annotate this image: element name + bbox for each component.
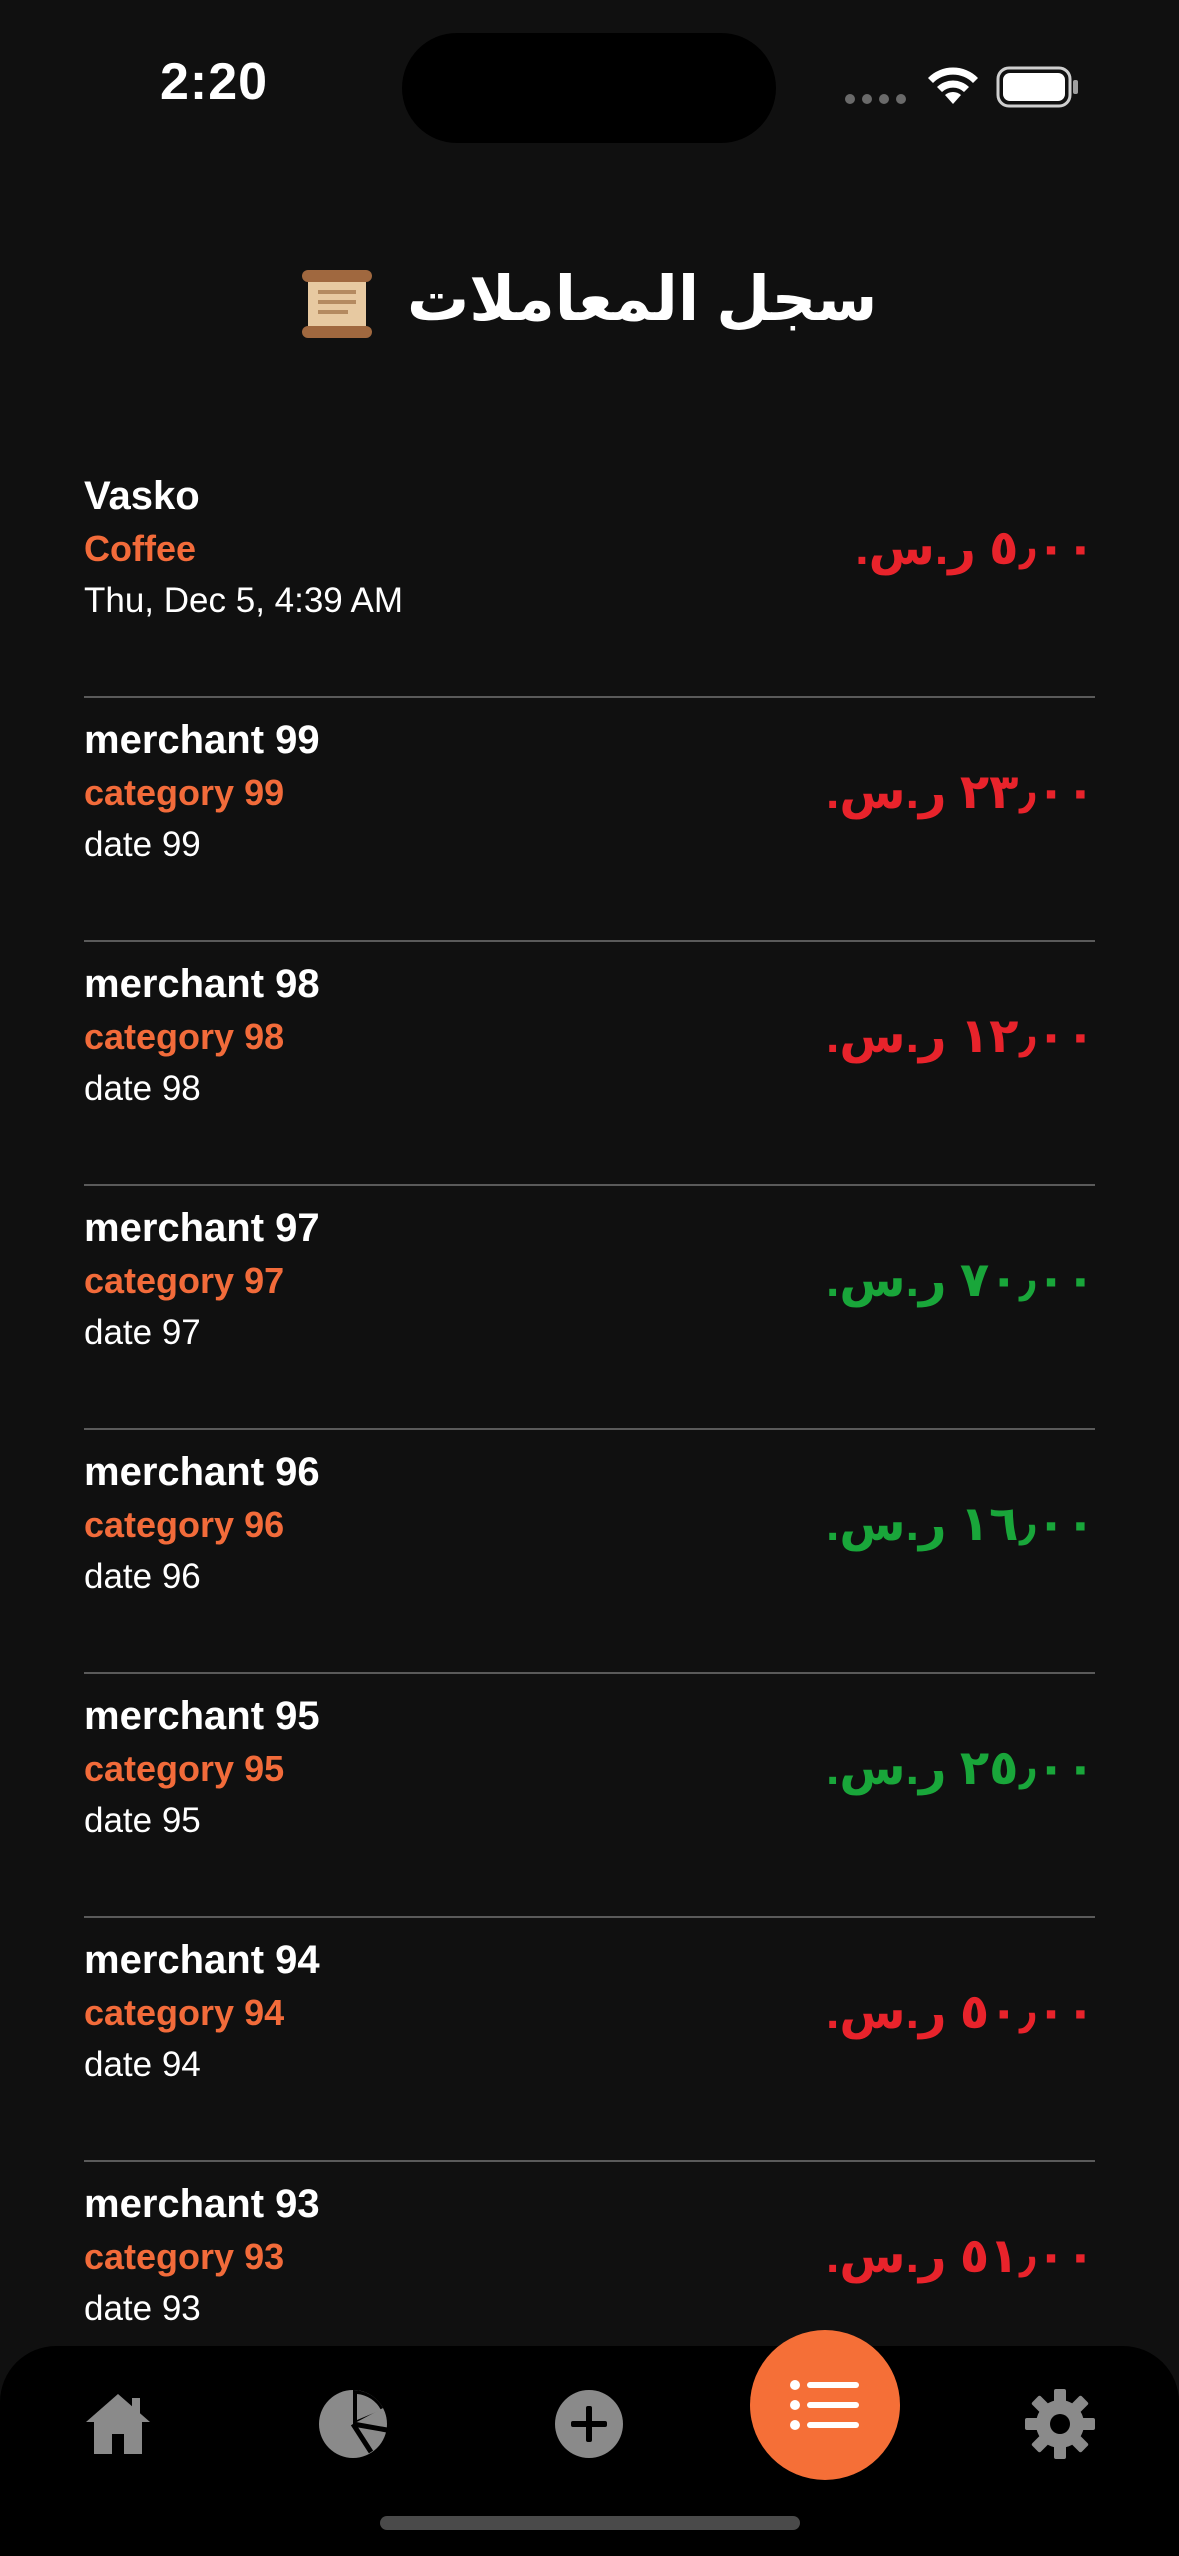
transaction-date: date 98 [84,1069,201,1108]
tab-settings[interactable] [1012,2376,1108,2472]
transaction-row[interactable]: merchant 96 category 96 date 96 ١٦٫٠٠ ر.… [84,1430,1095,1674]
merchant-name: merchant 95 [84,1694,320,1738]
transaction-row[interactable]: merchant 97 category 97 date 97 ٧٠٫٠٠ ر.… [84,1186,1095,1430]
merchant-name: merchant 98 [84,962,320,1006]
wifi-icon [928,67,978,104]
home-icon [86,2394,150,2454]
transaction-date: date 93 [84,2289,201,2328]
transaction-date: date 95 [84,1801,201,1840]
merchant-name: merchant 96 [84,1450,320,1494]
transaction-date: date 96 [84,1557,201,1596]
merchant-name: merchant 99 [84,718,320,762]
transaction-row[interactable]: merchant 98 category 98 date 98 ١٢٫٠٠ ر.… [84,942,1095,1186]
category-label: category 97 [84,1260,285,1301]
category-label: category 99 [84,772,285,813]
category-label: category 95 [84,1748,285,1789]
transaction-date: date 94 [84,2045,201,2084]
home-indicator[interactable] [380,2516,800,2530]
scroll-icon [301,269,372,338]
transaction-row[interactable]: merchant 94 category 94 date 94 ٥٠٫٠٠ ر.… [84,1918,1095,2162]
transaction-row[interactable]: merchant 95 category 95 date 95 ٢٥٫٠٠ ر.… [84,1674,1095,1918]
dynamic-island [402,33,776,143]
transaction-row[interactable]: merchant 99 category 99 date 99 ٢٣٫٠٠ ر.… [84,698,1095,942]
transaction-amount: ٥٫٠٠ ر.س. [855,522,1095,575]
tab-home[interactable] [70,2376,166,2472]
merchant-name: merchant 97 [84,1206,320,1250]
transaction-amount: ٥٠٫٠٠ ر.س. [826,1986,1095,2039]
category-label: category 94 [84,1992,285,2033]
gear-icon [1025,2389,1095,2459]
category-label: Coffee [84,528,197,569]
category-label: category 98 [84,1016,285,1057]
merchant-name: Vasko [84,474,200,518]
status-time: 2:20 [160,53,269,111]
tab-reports[interactable] [305,2376,401,2472]
transaction-date: date 99 [84,825,201,864]
page-title-text: سجل المعاملات [406,265,878,334]
cellular-signal-icon [845,94,906,104]
transaction-row[interactable]: Vasko Coffee Thu, Dec 5, 4:39 AM ٥٫٠٠ ر.… [84,454,1095,698]
merchant-name: merchant 94 [84,1938,320,1982]
list-icon [790,2380,859,2430]
add-circle-icon [555,2390,623,2458]
category-label: category 96 [84,1504,285,1545]
page-title: سجل المعاملات [0,262,1179,338]
transaction-amount: ٢٣٫٠٠ ر.س. [826,766,1095,819]
transaction-amount: ٥١٫٠٠ ر.س. [826,2230,1095,2283]
category-label: category 93 [84,2236,285,2277]
transaction-date: Thu, Dec 5, 4:39 AM [84,581,404,620]
pie-chart-icon [319,2390,388,2458]
tab-transactions[interactable] [750,2330,900,2480]
transaction-amount: ٢٥٫٠٠ ر.س. [826,1742,1095,1795]
tab-add[interactable] [541,2376,637,2472]
transaction-amount: ٧٠٫٠٠ ر.س. [826,1254,1095,1307]
transaction-amount: ١٢٫٠٠ ر.س. [826,1010,1095,1063]
merchant-name: merchant 93 [84,2182,320,2226]
battery-icon [996,66,1078,108]
transaction-list[interactable]: Vasko Coffee Thu, Dec 5, 4:39 AM ٥٫٠٠ ر.… [84,454,1095,2404]
transaction-date: date 97 [84,1313,201,1352]
transaction-amount: ١٦٫٠٠ ر.س. [826,1498,1095,1551]
